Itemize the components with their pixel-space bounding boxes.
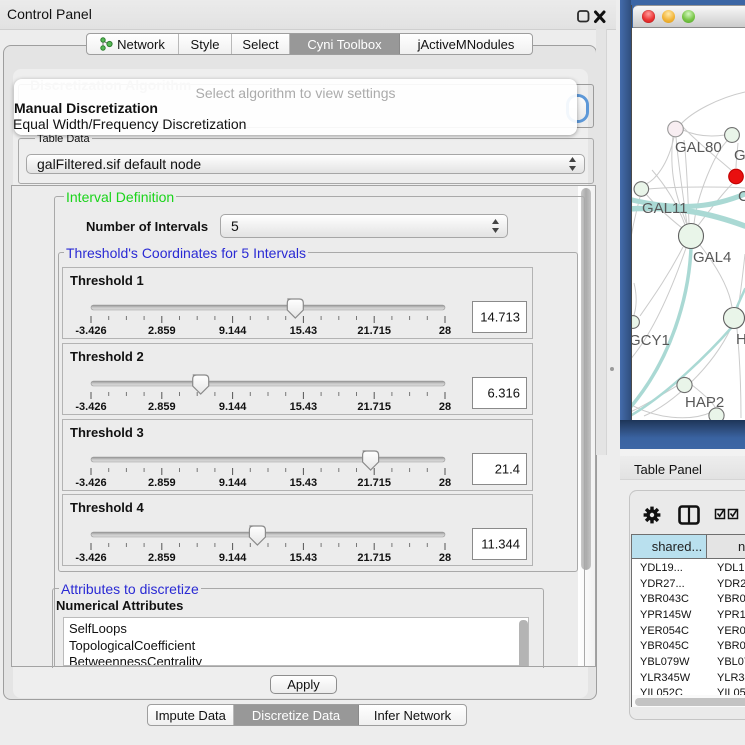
svg-text:-3.426: -3.426 (75, 325, 106, 337)
svg-text:15.43: 15.43 (290, 325, 318, 337)
svg-text:GAL80: GAL80 (675, 139, 722, 156)
svg-text:28: 28 (439, 325, 451, 337)
svg-text:21.715: 21.715 (357, 325, 391, 337)
svg-text:GAL4: GAL4 (693, 249, 731, 266)
svg-text:GCY1: GCY1 (632, 332, 670, 349)
svg-text:GAL11: GAL11 (642, 200, 688, 217)
svg-text:C: C (738, 188, 745, 205)
svg-text:H: H (736, 331, 745, 348)
svg-text:GA: GA (734, 147, 745, 164)
svg-text:9.144: 9.144 (219, 325, 247, 337)
svg-text:HAP2: HAP2 (685, 394, 724, 411)
svg-text:2.859: 2.859 (148, 325, 176, 337)
